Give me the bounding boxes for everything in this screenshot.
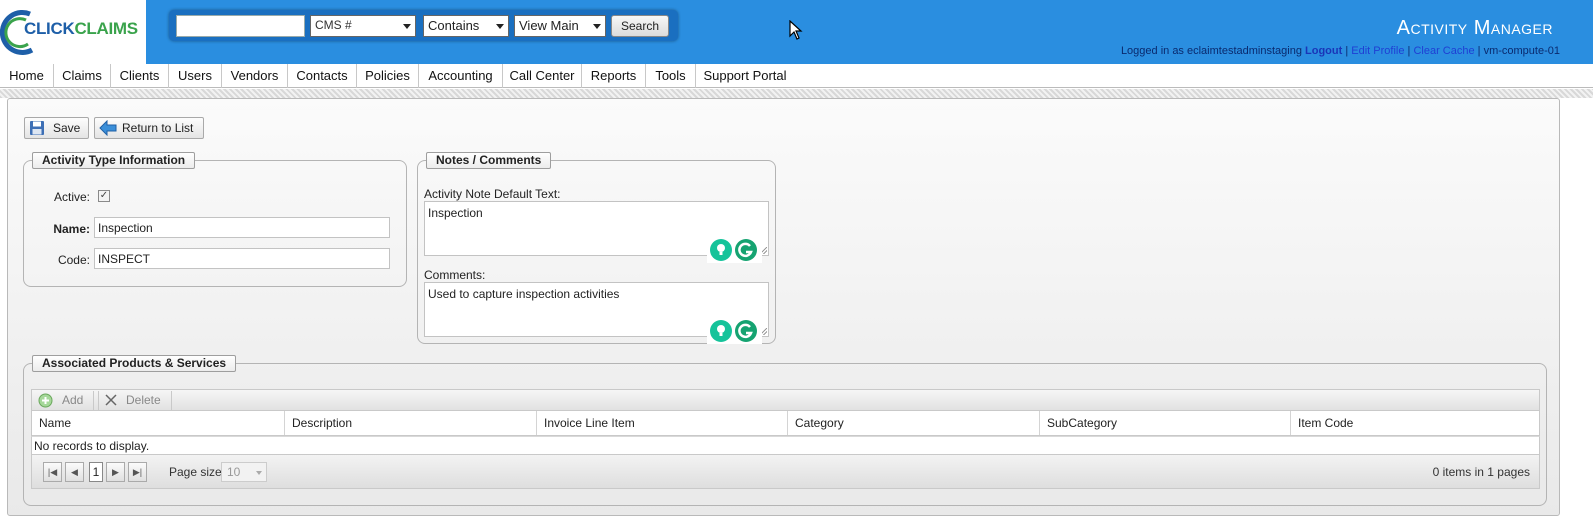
- nav-item-contacts[interactable]: Contacts: [288, 64, 357, 88]
- search-operator-select[interactable]: Contains: [423, 15, 509, 37]
- pager-info: 0 items in 1 pages: [1432, 465, 1530, 479]
- close-icon: [105, 394, 117, 406]
- nav-item-call-center[interactable]: Call Center: [503, 64, 582, 88]
- main-nav: Home Claims Clients Users Vendors Contac…: [0, 64, 1593, 88]
- column-header-subcategory[interactable]: SubCategory: [1039, 411, 1290, 435]
- prev-page-icon[interactable]: ◀: [65, 462, 84, 482]
- floppy-disk-icon: [30, 121, 44, 135]
- first-page-icon[interactable]: |◀: [43, 462, 62, 482]
- server-name: vm-compute-01: [1483, 45, 1560, 57]
- nav-item-vendors[interactable]: Vendors: [222, 64, 288, 88]
- code-label: Code:: [57, 253, 90, 267]
- activity-type-legend: Activity Type Information: [32, 152, 196, 169]
- chevron-down-icon: [593, 24, 601, 29]
- search-input[interactable]: [176, 15, 305, 37]
- default-text-label: Activity Note Default Text:: [424, 187, 561, 201]
- separator: |: [1477, 45, 1481, 57]
- current-page[interactable]: 1: [89, 462, 103, 482]
- separator: |: [1345, 45, 1349, 57]
- return-label: Return to List: [122, 121, 194, 135]
- comments-value: Used to capture inspection activities: [428, 287, 620, 301]
- chevron-down-icon: [256, 471, 262, 475]
- nav-item-tools[interactable]: Tools: [646, 64, 696, 88]
- chevron-down-icon: [403, 24, 411, 29]
- last-page-icon[interactable]: ▶|: [128, 462, 147, 482]
- save-label: Save: [53, 121, 81, 135]
- save-button[interactable]: Save: [24, 117, 89, 139]
- column-header-name[interactable]: Name: [32, 411, 284, 435]
- comments-label: Comments:: [424, 268, 486, 282]
- logged-in-text: Logged in as eclaimtestadminstaging: [1120, 45, 1302, 57]
- search-field-select[interactable]: CMS #: [310, 15, 416, 37]
- page-size-label: Page size:: [169, 465, 226, 479]
- user-info: Logged in as eclaimtestadminstaging Logo…: [1121, 45, 1560, 57]
- default-text-value: Inspection: [428, 206, 483, 220]
- empty-text: No records to display.: [34, 439, 150, 453]
- arrow-left-icon: [99, 120, 117, 136]
- grammarly-widget[interactable]: [707, 318, 762, 344]
- search-view-select[interactable]: View Main: [514, 15, 606, 37]
- page-size-select[interactable]: 10: [221, 462, 267, 482]
- lightbulb-icon[interactable]: [710, 239, 732, 261]
- name-label: Name:: [53, 222, 90, 236]
- logout-link[interactable]: Logout: [1305, 45, 1342, 57]
- nav-item-reports[interactable]: Reports: [582, 64, 646, 88]
- search-view-value: View Main: [519, 18, 579, 33]
- mouse-cursor-icon: [789, 20, 803, 40]
- search-bar: CMS # Contains View Main Search: [169, 10, 678, 41]
- search-button[interactable]: Search: [611, 15, 669, 37]
- column-header-invoice-line-item[interactable]: Invoice Line Item: [536, 411, 787, 435]
- chevron-down-icon: [496, 24, 504, 29]
- nav-item-support-portal[interactable]: Support Portal: [696, 64, 794, 88]
- delete-button[interactable]: Delete: [98, 391, 172, 410]
- nav-divider: [0, 89, 1593, 98]
- grid-empty-row: No records to display.: [31, 436, 1540, 455]
- app-header: CLICKCLAIMS CMS # Contains View Main Sea…: [0, 0, 1593, 64]
- grid-pager: |◀ ◀ 1 ▶ ▶| Page size: 10 0 items in 1 p…: [31, 455, 1540, 489]
- logo[interactable]: CLICKCLAIMS: [0, 0, 146, 64]
- return-to-list-button[interactable]: Return to List: [94, 117, 204, 139]
- nav-item-home[interactable]: Home: [0, 64, 54, 88]
- column-header-item-code[interactable]: Item Code: [1290, 411, 1539, 435]
- edit-profile-link[interactable]: Edit Profile: [1351, 45, 1404, 57]
- column-header-category[interactable]: Category: [787, 411, 1039, 435]
- notes-legend: Notes / Comments: [426, 152, 552, 169]
- nav-item-clients[interactable]: Clients: [111, 64, 169, 88]
- add-icon: [38, 393, 53, 408]
- grid-header: Name Description Invoice Line Item Categ…: [31, 411, 1540, 436]
- page-size-value: 10: [227, 465, 241, 479]
- grammarly-icon[interactable]: [735, 320, 757, 342]
- active-checkbox[interactable]: ✓: [98, 190, 110, 202]
- clear-cache-link[interactable]: Clear Cache: [1413, 45, 1474, 57]
- nav-item-claims[interactable]: Claims: [54, 64, 111, 88]
- active-label: Active:: [53, 190, 90, 204]
- lightbulb-icon[interactable]: [710, 320, 732, 342]
- next-page-icon[interactable]: ▶: [106, 462, 125, 482]
- grammarly-widget[interactable]: [707, 237, 762, 263]
- search-operator-value: Contains: [428, 18, 480, 33]
- code-field[interactable]: INSPECT: [94, 248, 390, 269]
- nav-item-accounting[interactable]: Accounting: [419, 64, 503, 88]
- nav-item-policies[interactable]: Policies: [357, 64, 419, 88]
- nav-item-users[interactable]: Users: [169, 64, 222, 88]
- add-button[interactable]: Add: [34, 391, 94, 410]
- grid-toolbar: Add Delete: [31, 389, 1540, 411]
- column-header-description[interactable]: Description: [284, 411, 536, 435]
- name-field[interactable]: Inspection: [94, 217, 390, 238]
- search-field-value: CMS #: [315, 18, 352, 32]
- separator: |: [1407, 45, 1411, 57]
- logo-text: CLICKCLAIMS: [24, 19, 138, 38]
- page-title: Activity Manager: [1396, 17, 1553, 39]
- add-label: Add: [62, 393, 84, 407]
- grammarly-icon[interactable]: [735, 239, 757, 261]
- delete-label: Delete: [126, 393, 161, 407]
- products-legend: Associated Products & Services: [32, 355, 237, 372]
